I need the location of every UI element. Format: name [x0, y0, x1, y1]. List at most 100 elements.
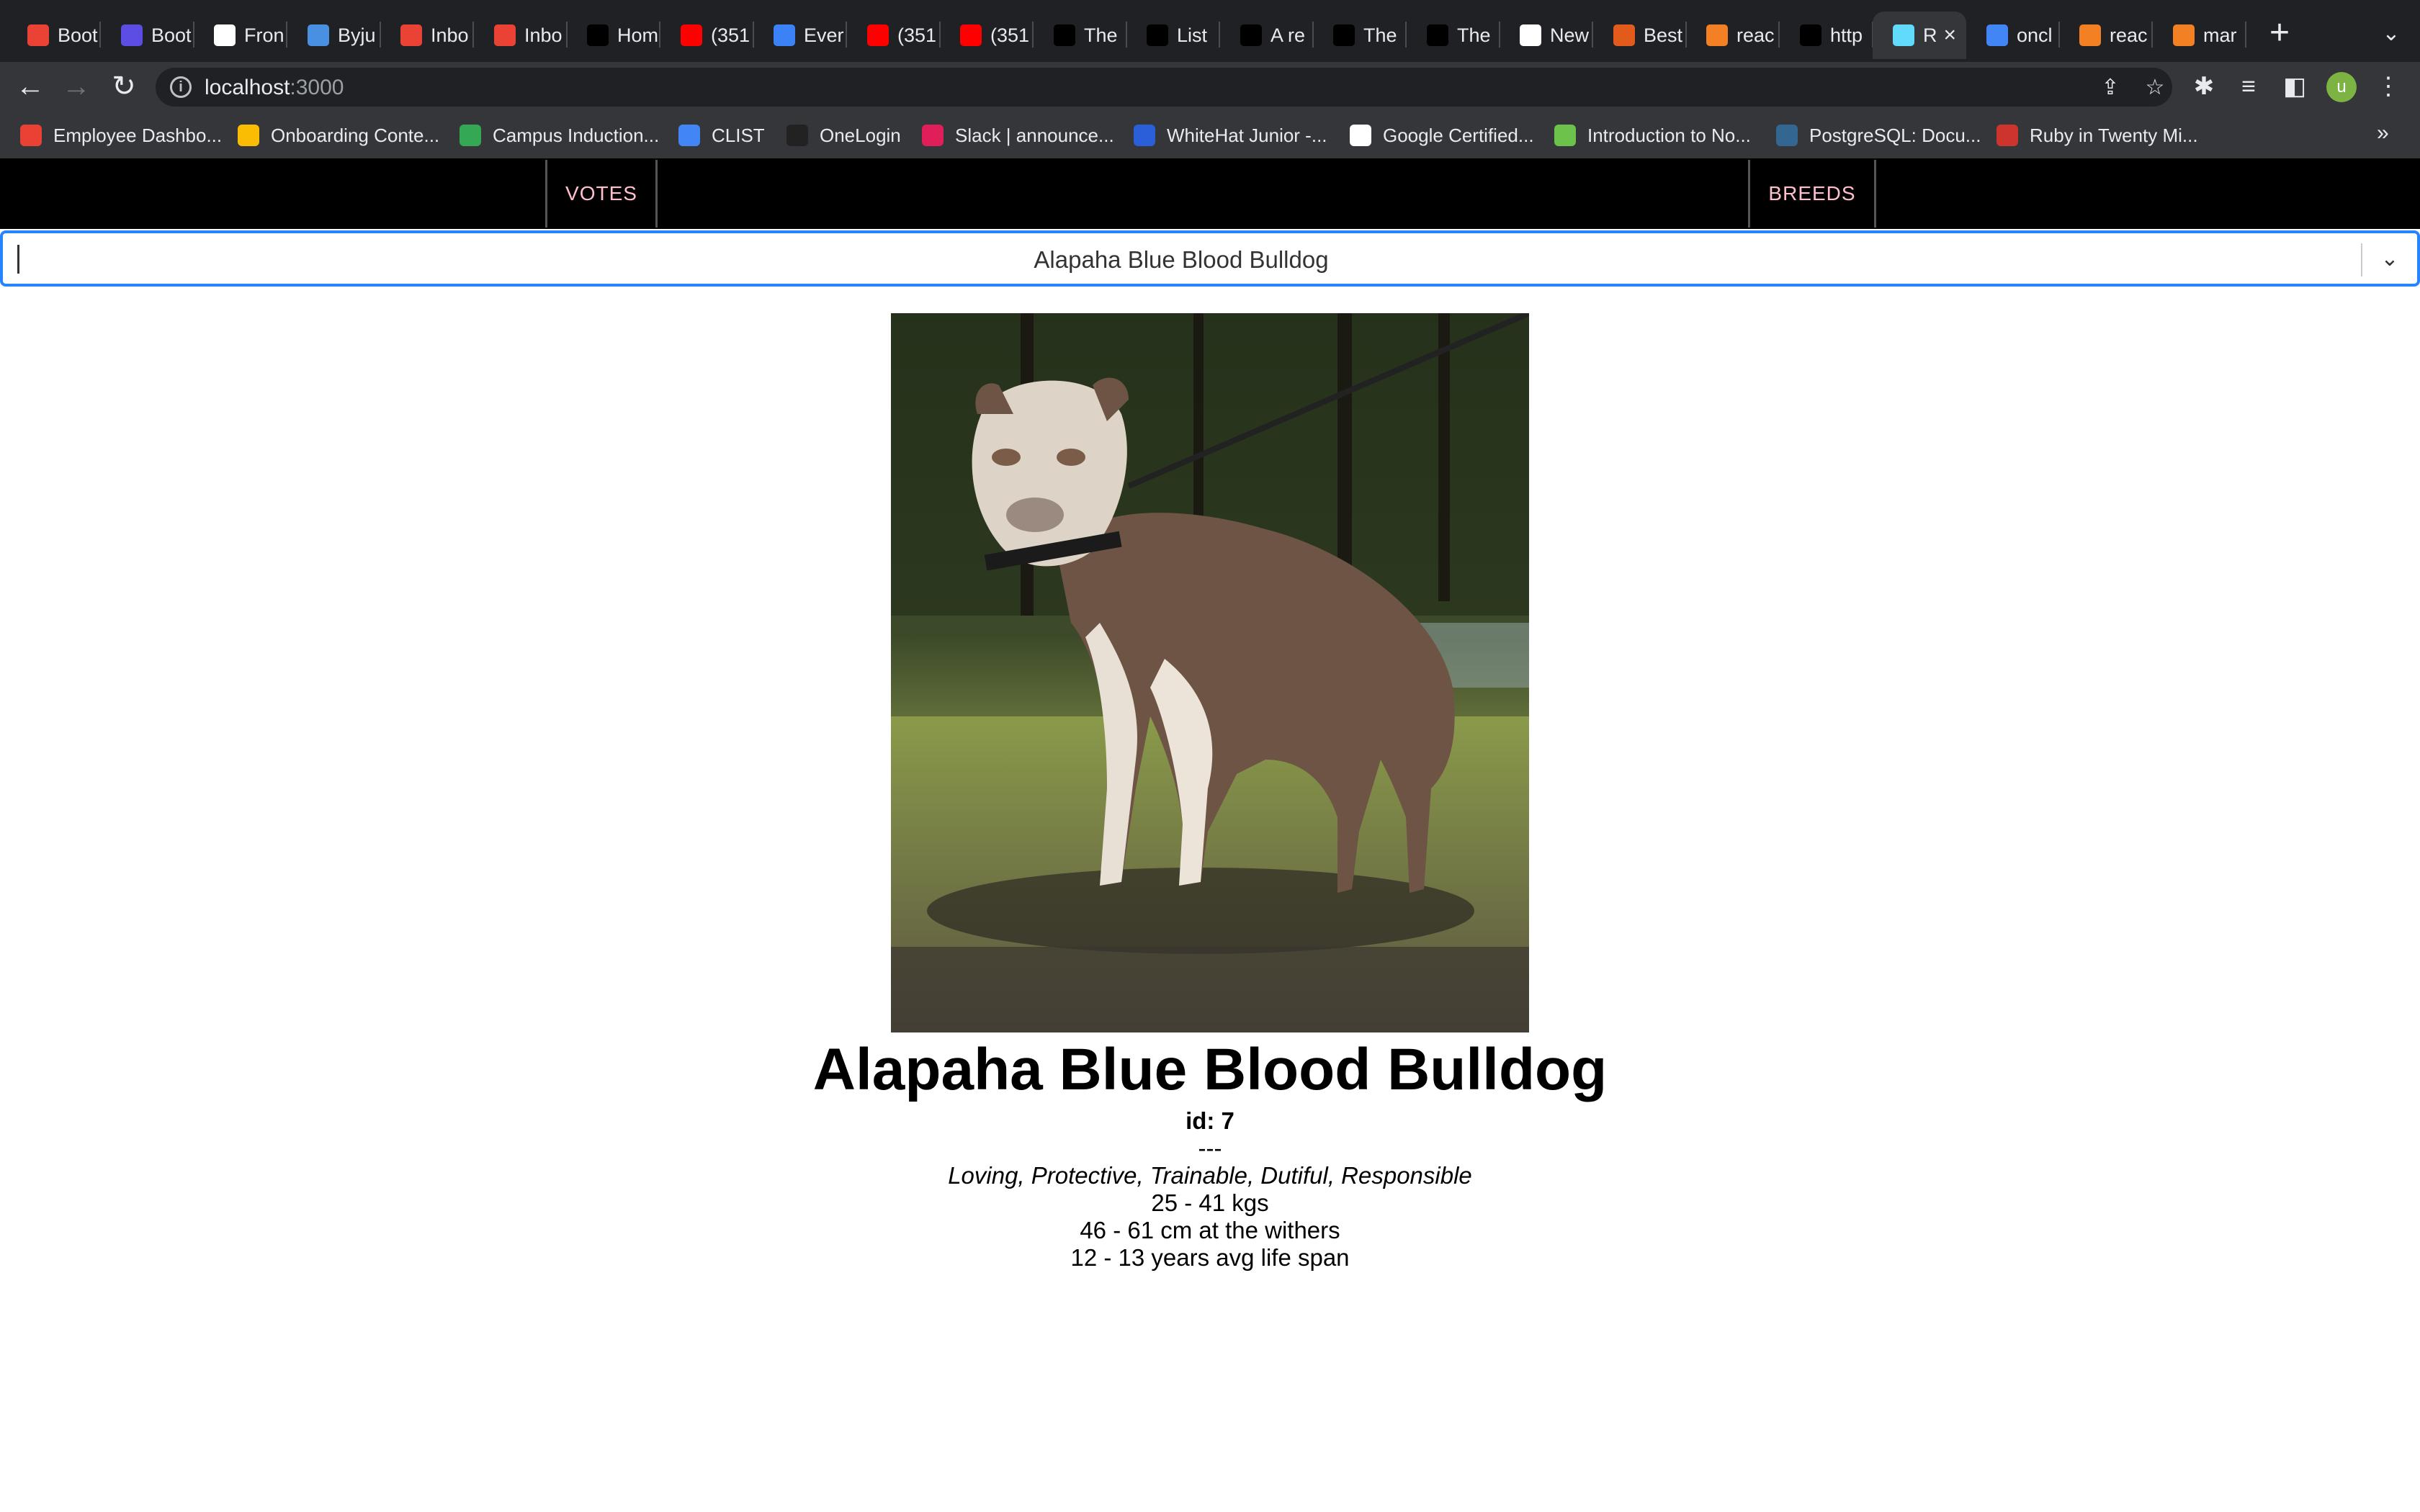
browser-tab[interactable]: Boot — [101, 12, 194, 59]
url-text: localhost:3000 — [205, 76, 344, 99]
browser-tab[interactable]: mar — [2153, 12, 2246, 59]
back-icon[interactable]: ← — [12, 68, 49, 105]
bookmark-item[interactable]: WhiteHat Junior -... — [1134, 121, 1327, 150]
browser-tab[interactable]: The — [1034, 12, 1127, 59]
browser-tab[interactable]: Best — [1593, 12, 1687, 59]
browser-tab[interactable]: (351 — [660, 12, 754, 59]
forward-icon[interactable]: → — [58, 68, 95, 105]
browser-tab[interactable]: The — [1407, 12, 1500, 59]
browser-tab[interactable]: List — [1126, 12, 1220, 59]
browser-tab[interactable]: oncl — [1966, 12, 2060, 59]
breed-id: id: 7 — [1186, 1107, 1234, 1134]
share-icon[interactable]: ⇪ — [2097, 75, 2123, 101]
browser-tab[interactable]: http — [1780, 12, 1873, 59]
bookmark-item[interactable]: Slack | announce... — [922, 121, 1114, 150]
breeds-tab[interactable]: BREEDS — [1748, 160, 1876, 228]
tab-title: The — [1457, 24, 1491, 46]
browser-tab[interactable]: Boot — [7, 12, 101, 59]
menu-kebab-icon[interactable]: ⋮ — [2370, 68, 2407, 105]
bookmark-label: CLIST — [712, 124, 765, 146]
browser-tab[interactable]: Ever — [753, 12, 847, 59]
browser-tab[interactable]: Inbo — [474, 12, 568, 59]
browser-tab[interactable]: R × — [1873, 12, 1966, 59]
media-control-icon[interactable]: ≡ — [2230, 68, 2267, 105]
bookmark-item[interactable]: OneLogin — [786, 121, 901, 150]
bookmark-item[interactable]: PostgreSQL: Docu... — [1776, 121, 1981, 150]
select-indicator-separator — [2361, 243, 2362, 276]
browser-tab[interactable]: A re — [1220, 12, 1314, 59]
browser-tab[interactable]: Byju — [287, 12, 381, 59]
divider-text: --- — [1198, 1135, 1222, 1161]
youtube-icon — [681, 24, 702, 46]
extensions-icon[interactable]: ✱ — [2185, 68, 2223, 105]
browser-tab[interactable]: Fron — [194, 12, 287, 59]
chevron-down-icon[interactable]: ⌄ — [2375, 245, 2404, 274]
bookmark-favicon-icon — [922, 125, 944, 146]
browser-tab[interactable]: (351 — [847, 12, 941, 59]
bookmark-item[interactable]: Introduction to No... — [1554, 121, 1751, 150]
bookmark-label: PostgreSQL: Docu... — [1809, 124, 1981, 146]
browser-tab[interactable]: New — [1500, 12, 1593, 59]
new-tab-button[interactable]: + — [2262, 16, 2298, 52]
bookmark-label: Slack | announce... — [955, 124, 1114, 146]
react-icon — [1893, 24, 1914, 46]
dog-icon — [1800, 24, 1821, 46]
dog-icon — [1333, 24, 1355, 46]
bookmarks-overflow-icon[interactable]: » — [2377, 121, 2389, 145]
browser-tab[interactable]: Inbo — [380, 12, 474, 59]
bookmark-label: Google Certified... — [1383, 124, 1534, 146]
close-tab-icon[interactable]: × — [1943, 23, 1956, 48]
bookmark-item[interactable]: Campus Induction... — [460, 121, 659, 150]
bookmark-item[interactable]: Onboarding Conte... — [238, 121, 439, 150]
breed-select[interactable]: Alapaha Blue Blood Bulldog ⌄ — [0, 230, 2420, 287]
bookmark-favicon-icon — [20, 125, 42, 146]
github-icon — [1520, 24, 1541, 46]
google-icon — [1986, 24, 2008, 46]
bookmark-item[interactable]: Google Certified... — [1350, 121, 1534, 150]
breed-details: Alapaha Blue Blood Bulldog id: 7 --- Lov… — [0, 1032, 2420, 1272]
profile-avatar[interactable]: u — [2326, 72, 2357, 102]
bookmark-label: Ruby in Twenty Mi... — [2030, 124, 2198, 146]
browser-tab[interactable]: (351 — [940, 12, 1034, 59]
dog-icon — [1427, 24, 1448, 46]
bookmark-item[interactable]: CLIST — [678, 121, 765, 150]
youtube-icon — [867, 24, 889, 46]
breed-temperament: Loving, Protective, Trainable, Dutiful, … — [948, 1162, 1472, 1189]
bookmark-favicon-icon — [1350, 125, 1371, 146]
breed-height: 46 - 61 cm at the withers — [1080, 1217, 1340, 1243]
address-bar[interactable]: i localhost:3000 ⇪ ☆ — [156, 68, 2172, 107]
tab-title: http — [1830, 24, 1863, 46]
tab-title: Fron — [244, 24, 284, 46]
bookmark-label: WhiteHat Junior -... — [1167, 124, 1327, 146]
bookmark-favicon-icon — [1134, 125, 1155, 146]
votes-tab[interactable]: VOTES — [545, 160, 658, 228]
bookmark-item[interactable]: Employee Dashbo... — [20, 121, 222, 150]
bookmark-label: OneLogin — [820, 124, 901, 146]
stackoverflow-icon — [2173, 24, 2195, 46]
bookmark-label: Campus Induction... — [493, 124, 660, 146]
tab-title: List — [1177, 24, 1208, 46]
side-panel-icon[interactable]: ◧ — [2276, 68, 2313, 105]
byju-icon — [308, 24, 329, 46]
browser-tab[interactable]: The — [1313, 12, 1407, 59]
notion-icon — [214, 24, 236, 46]
tab-search-icon[interactable]: ⌄ — [2373, 16, 2409, 52]
bookmark-label: Introduction to No... — [1587, 124, 1751, 146]
bookmark-label: Employee Dashbo... — [53, 124, 223, 146]
tab-title: (351 — [990, 24, 1030, 46]
browser-tab[interactable]: reac — [1686, 12, 1780, 59]
breed-select-value: Alapaha Blue Blood Bulldog — [1034, 246, 1329, 273]
browser-tab[interactable]: reac — [2059, 12, 2153, 59]
tab-title: Boot — [151, 24, 192, 46]
browser-toolbar: ← → ↻ i localhost:3000 ⇪ ☆ ✱ ≡ ◧ u ⋮ — [0, 62, 2420, 111]
tab-title: (351 — [897, 24, 937, 46]
bookmark-star-icon[interactable]: ☆ — [2142, 75, 2168, 101]
bookmark-favicon-icon — [678, 125, 700, 146]
bookmark-favicon-icon — [238, 125, 259, 146]
site-info-icon[interactable]: i — [170, 76, 192, 98]
bookmark-favicon-icon — [786, 125, 808, 146]
reload-icon[interactable]: ↻ — [105, 68, 143, 105]
bookmark-item[interactable]: Ruby in Twenty Mi... — [1996, 121, 2198, 150]
bookmarks-bar: » Employee Dashbo... Onboarding Conte... C… — [0, 111, 2420, 159]
browser-tab[interactable]: Hom — [567, 12, 660, 59]
